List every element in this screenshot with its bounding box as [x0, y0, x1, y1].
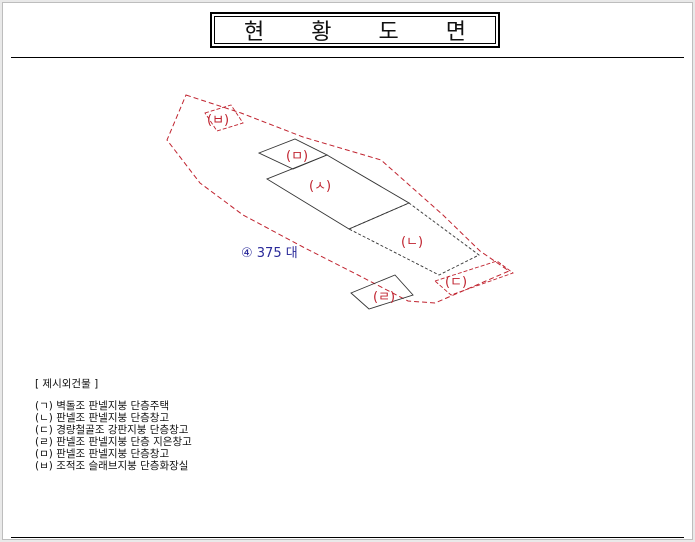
legend-item: (ㅂ) 조적조 슬래브지붕 단층화장실	[35, 460, 189, 472]
legend-item: (ㄷ) 경량철골조 강판지붕 단층창고	[35, 424, 189, 436]
legend-item: (ㄱ) 벽돌조 판넬지붕 단층주택	[35, 400, 170, 412]
parcel-label: ④ 375 대	[241, 246, 298, 261]
bottom-divider	[11, 537, 684, 538]
legend-title: [ 제시외건물 ]	[35, 378, 99, 390]
legend: [ 제시외건물 ] (ㄱ) 벽돌조 판넬지붕 단층주택 (ㄴ) 판넬조 판넬지붕…	[35, 378, 192, 472]
building-a-outline	[265, 154, 410, 230]
label-a: (ㅅ)	[309, 179, 331, 194]
legend-item: (ㅁ) 판넬조 판넬지붕 단층창고	[35, 448, 170, 460]
legend-item: (ㄴ) 판넬조 판넬지붕 단층창고	[35, 412, 170, 424]
label-f: (ㅂ)	[207, 113, 229, 128]
label-b: (ㄴ)	[401, 235, 423, 250]
label-c: (ㄷ)	[445, 275, 467, 290]
drawing-sheet: 현 황 도 면 (ㅂ) (ㅁ) (ㅅ) (ㄴ) (ㄷ) (ㄹ) ④ 375 대 …	[2, 2, 693, 540]
label-e: (ㅁ)	[286, 149, 308, 164]
legend-item: (ㄹ) 판넬조 판넬지붕 단층 지은창고	[35, 436, 192, 448]
label-d: (ㄹ)	[373, 290, 395, 305]
